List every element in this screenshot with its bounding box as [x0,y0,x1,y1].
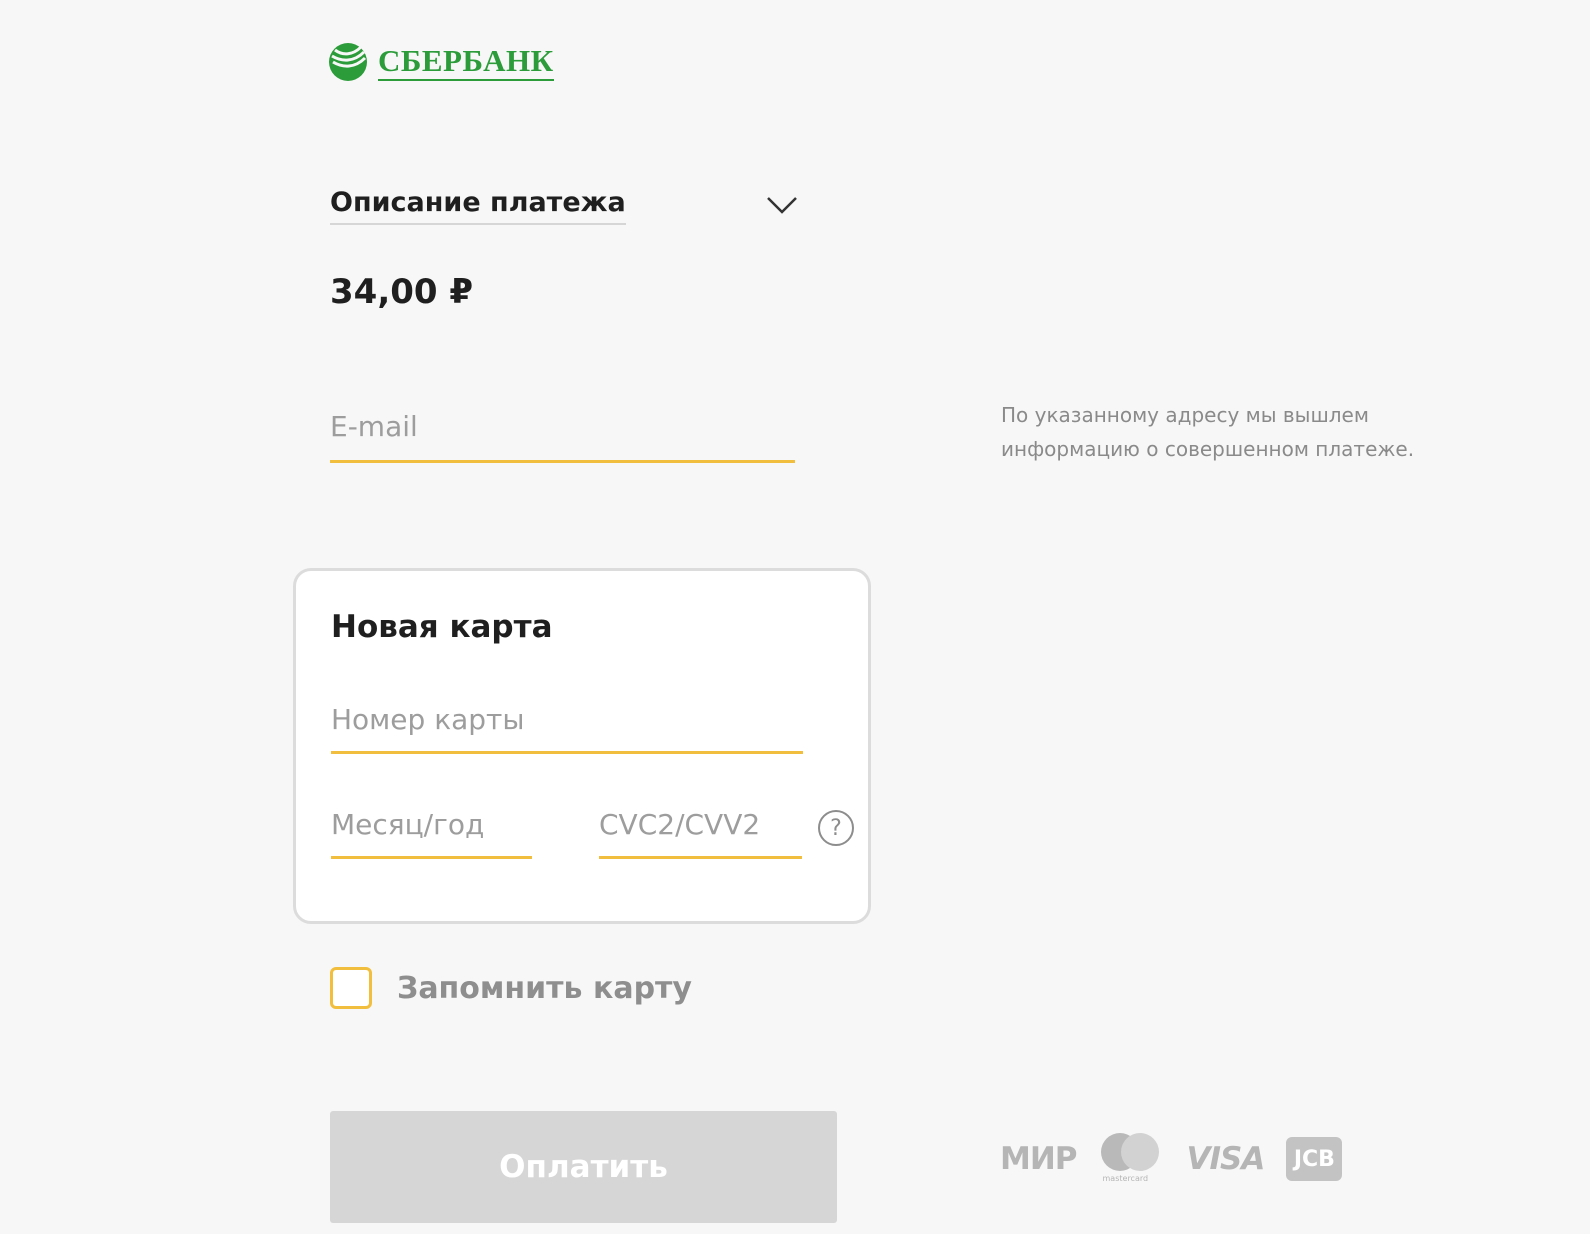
card-number-field[interactable] [331,699,803,754]
email-note: По указанному адресу мы вышлем информаци… [1001,403,1415,461]
payment-page: СБЕРБАНК Описание платежа 34,00 ₽ По ука… [0,0,1590,1234]
card-form-title: Новая карта [331,609,553,645]
sberbank-emblem-icon [329,43,367,81]
expiry-field[interactable] [331,804,532,859]
chevron-down-icon [767,197,797,214]
remember-card-toggle[interactable]: Запомнить карту [330,967,692,1009]
sberbank-logo[interactable]: СБЕРБАНК [328,42,554,82]
payment-systems-logos: МИР mastercard VISA JCB [1000,1131,1343,1187]
mir-logo: МИР [1000,1141,1078,1177]
new-card-form: Новая карта ? [293,568,871,924]
email-field[interactable] [330,405,795,463]
pay-button[interactable]: Оплатить [330,1111,837,1223]
mastercard-circle-right [1120,1133,1159,1171]
visa-logo: VISA [1186,1141,1266,1177]
payment-description-label: Описание платежа [330,187,626,225]
remember-card-checkbox[interactable] [330,967,372,1009]
cvc-help-icon[interactable]: ? [818,810,854,846]
payment-description-dropdown[interactable]: Описание платежа [330,185,798,231]
mastercard-logo: mastercard [1099,1131,1163,1187]
brand-name: СБЕРБАНК [378,43,554,81]
mastercard-wordmark: mastercard [1102,1174,1149,1183]
remember-card-label: Запомнить карту [397,970,692,1006]
payment-amount: 34,00 ₽ [330,272,474,312]
jcb-logo: JCB [1286,1137,1343,1181]
cvc-field[interactable] [599,804,802,859]
